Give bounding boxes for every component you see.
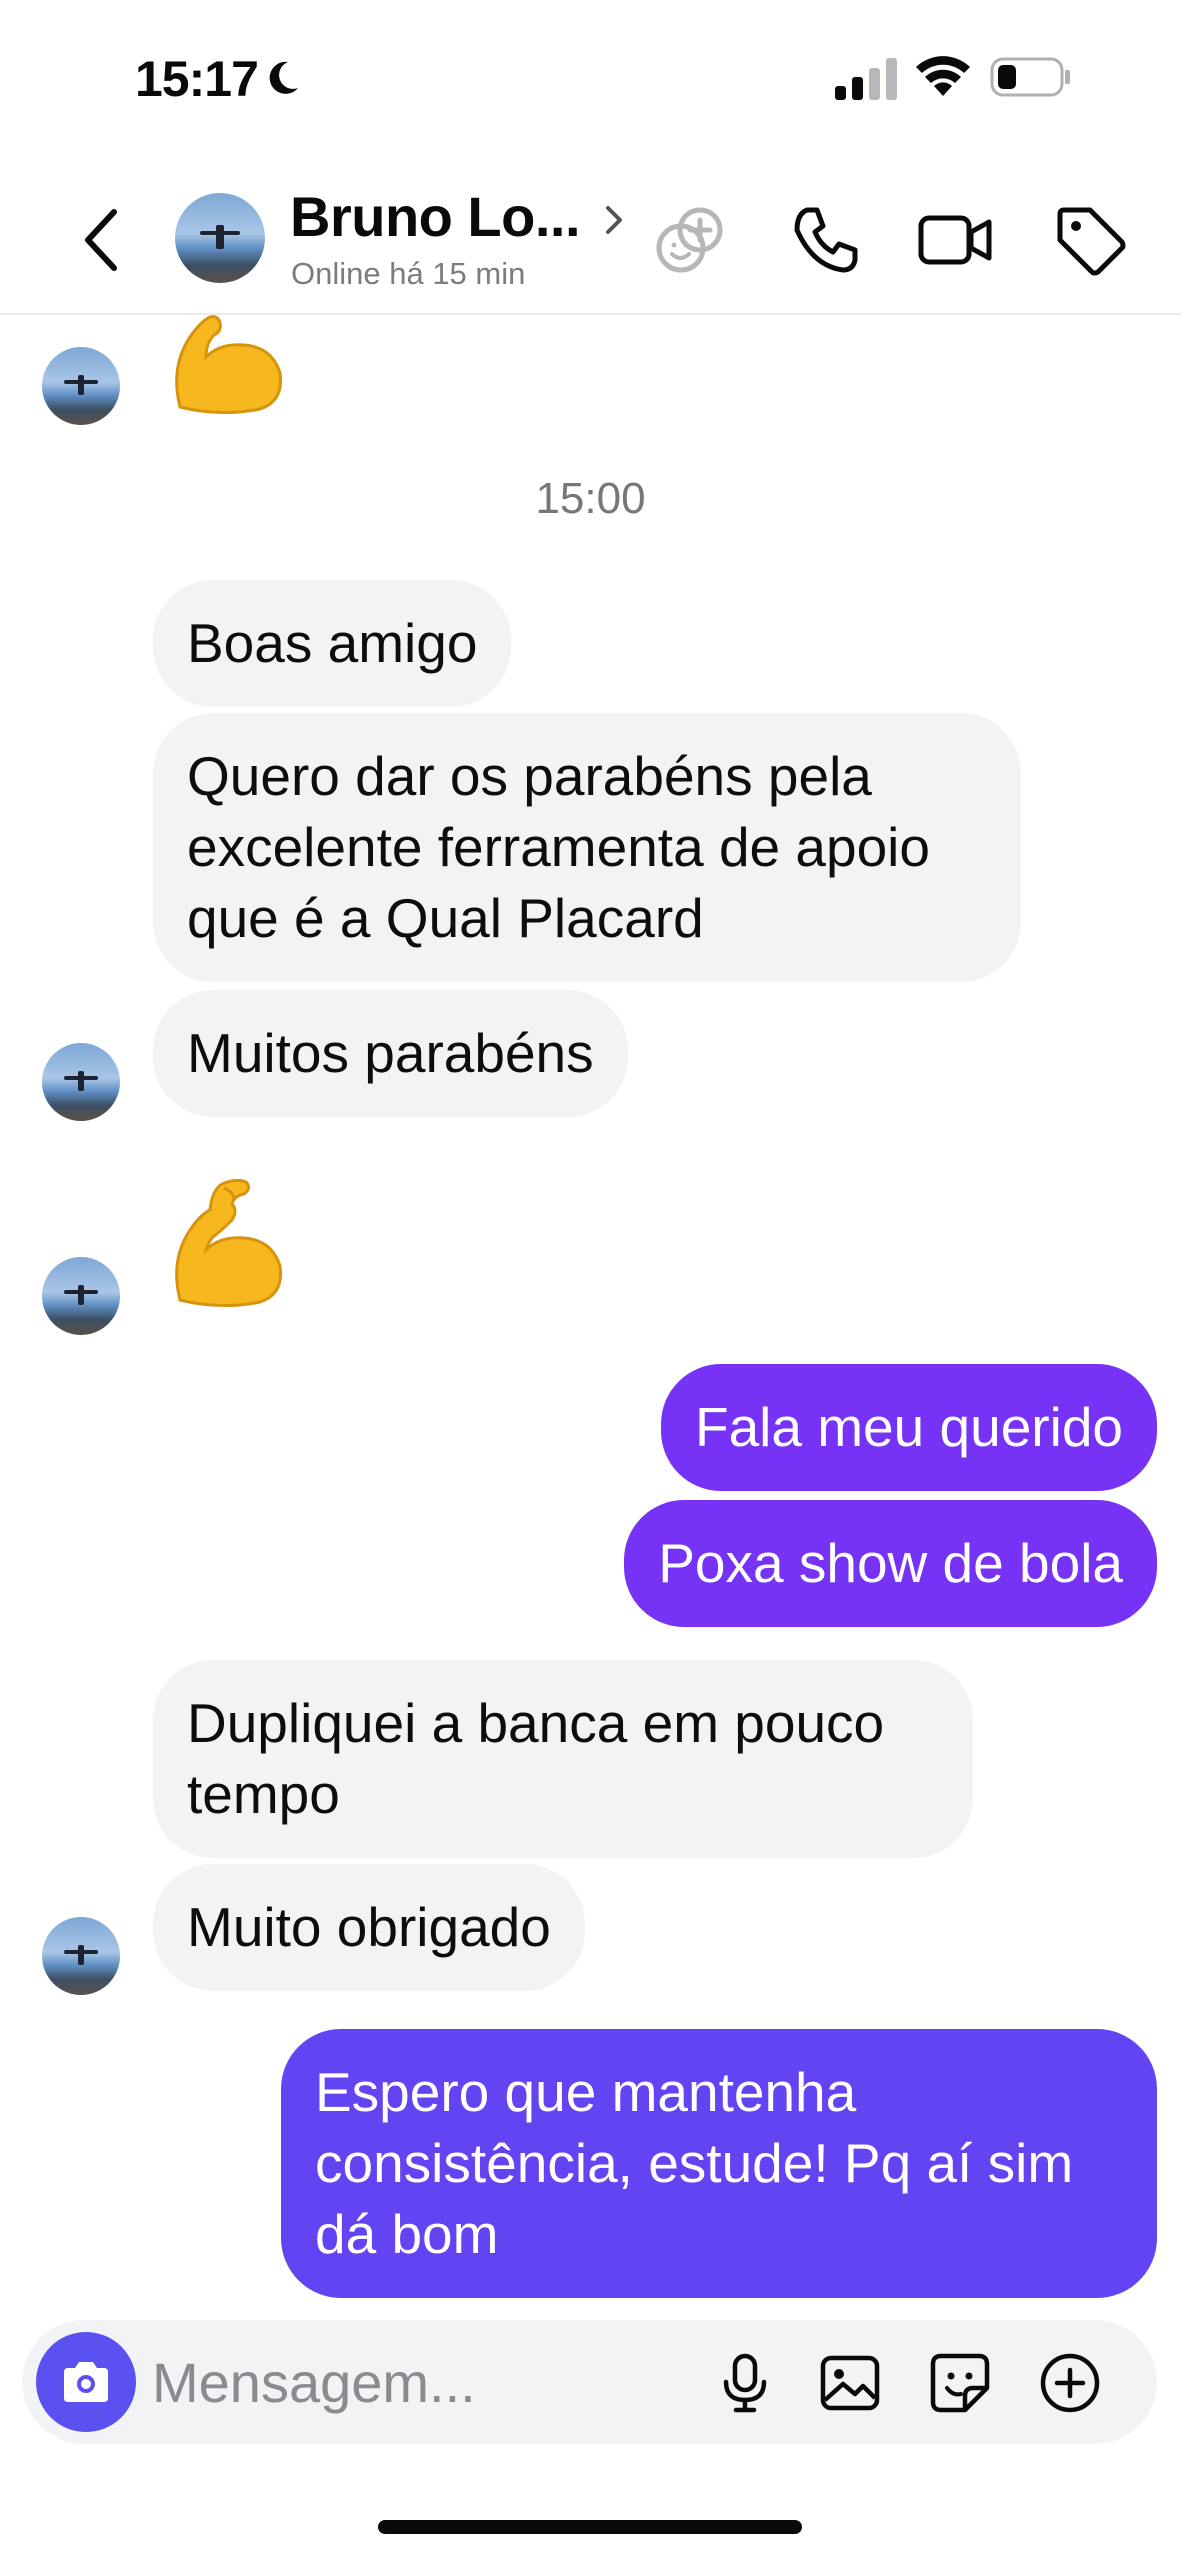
- tag-icon[interactable]: [1050, 200, 1130, 280]
- wifi-icon: [916, 56, 970, 96]
- contact-name[interactable]: Bruno Lo...: [290, 184, 581, 249]
- message-bubble-outgoing[interactable]: Espero que mantenha consistência, estude…: [281, 2029, 1157, 2298]
- contact-avatar[interactable]: [175, 193, 265, 283]
- contact-avatar-small[interactable]: [42, 1917, 120, 1995]
- message-bubble-incoming[interactable]: Quero dar os parabéns pela excelente fer…: [153, 713, 1021, 982]
- battery-icon: [990, 57, 1070, 97]
- message-bubble-incoming[interactable]: Boas amigo: [153, 580, 512, 707]
- flexed-biceps-emoji[interactable]: [160, 1170, 310, 1320]
- plus-icon[interactable]: [1037, 2350, 1103, 2416]
- reactions-icon[interactable]: [650, 200, 730, 280]
- message-bubble-incoming[interactable]: Muito obrigado: [153, 1864, 585, 1991]
- message-bubble-incoming[interactable]: Muitos parabéns: [153, 990, 628, 1117]
- status-bar: 15:17: [0, 0, 1181, 160]
- message-list[interactable]: 15:00 Boas amigo Quero dar os parabéns p…: [0, 315, 1181, 2320]
- sticker-icon[interactable]: [927, 2350, 993, 2416]
- contact-avatar-small[interactable]: [42, 1257, 120, 1335]
- video-camera-icon[interactable]: [915, 200, 995, 280]
- message-timestamp: 15:00: [535, 474, 646, 523]
- chevron-right-icon[interactable]: [600, 200, 628, 240]
- message-bubble-outgoing[interactable]: Poxa show de bola: [624, 1500, 1157, 1627]
- microphone-icon[interactable]: [712, 2350, 778, 2416]
- message-bubble-incoming[interactable]: Dupliquei a banca em pouco tempo: [153, 1660, 973, 1858]
- message-bubble-outgoing[interactable]: Fala meu querido: [660, 1364, 1157, 1491]
- message-composer: [22, 2320, 1157, 2444]
- status-time: 15:17: [135, 51, 259, 107]
- cellular-signal-icon: [835, 58, 897, 100]
- flexed-biceps-emoji: [175, 315, 283, 415]
- camera-button[interactable]: [36, 2332, 136, 2432]
- contact-avatar-small[interactable]: [42, 347, 120, 425]
- contact-status: Online há 15 min: [291, 256, 526, 291]
- phone-icon[interactable]: [785, 200, 865, 280]
- gallery-icon[interactable]: [817, 2350, 883, 2416]
- contact-avatar-small[interactable]: [42, 1043, 120, 1121]
- back-icon[interactable]: [70, 200, 130, 280]
- camera-icon: [64, 2362, 108, 2402]
- moon-icon: [269, 61, 298, 94]
- home-indicator[interactable]: [378, 2520, 802, 2534]
- message-input[interactable]: [152, 2342, 712, 2422]
